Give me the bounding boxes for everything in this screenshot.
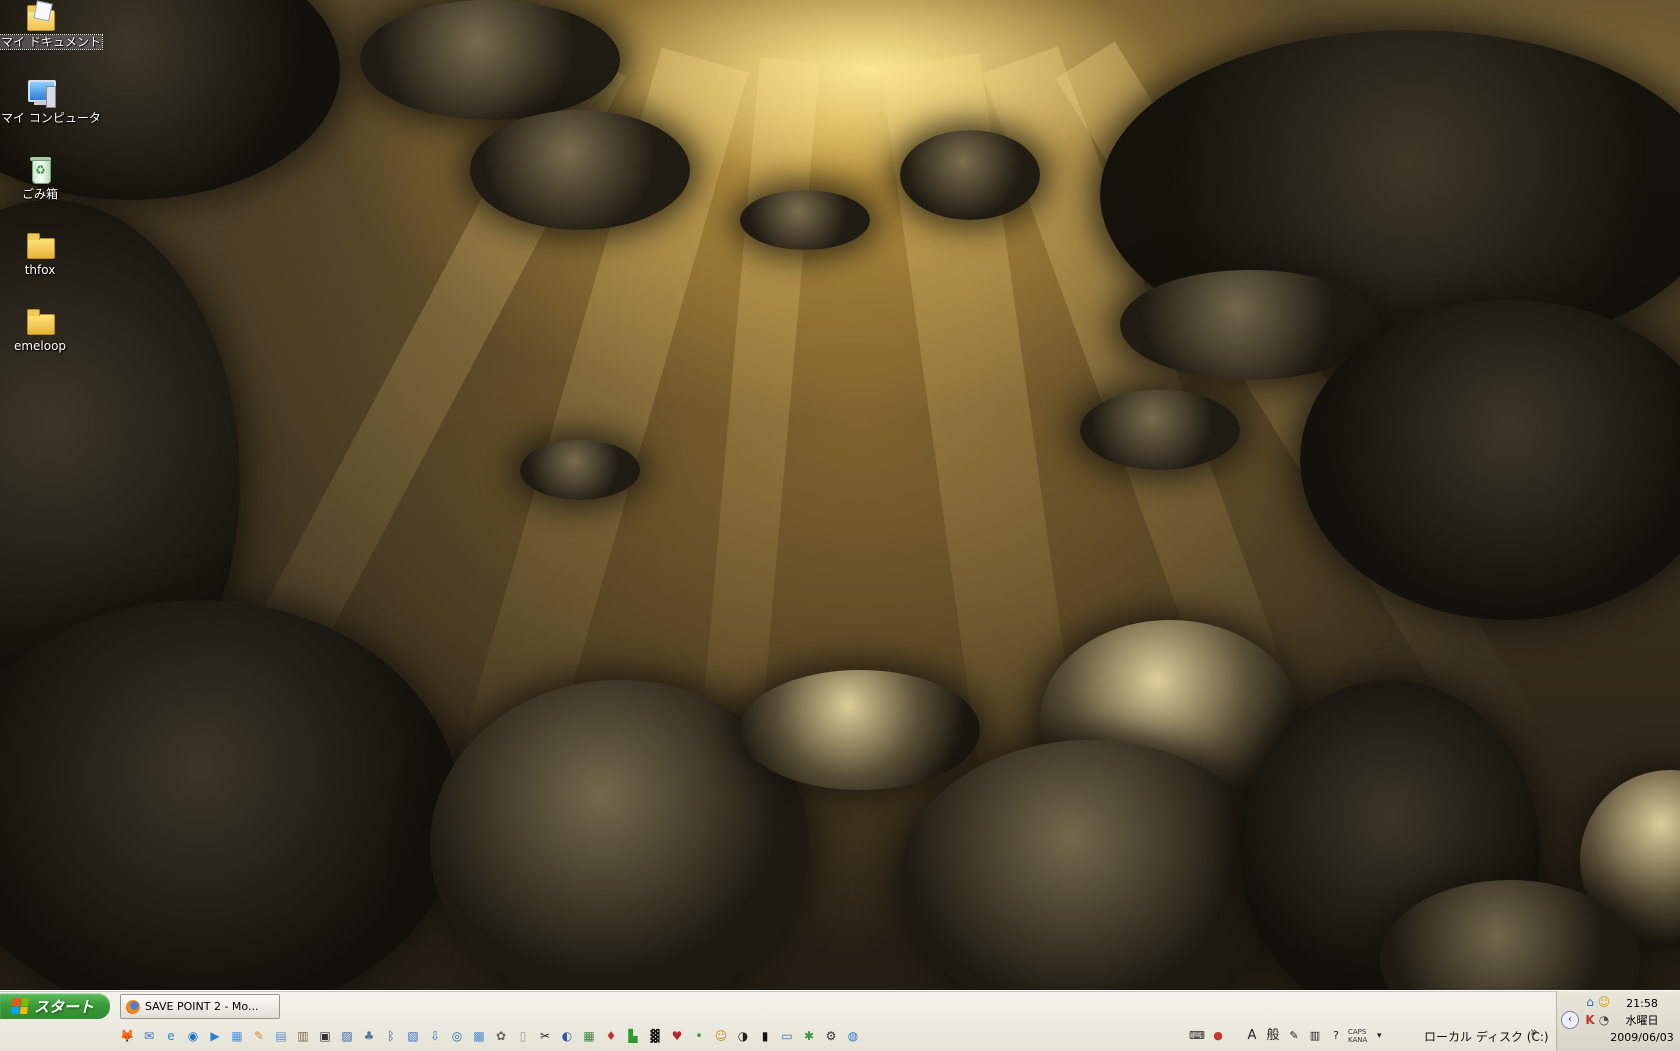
moon-icon[interactable]: ◑ — [734, 1027, 752, 1045]
dot-icon[interactable]: • — [690, 1027, 708, 1045]
network-tray-icon[interactable]: ⌂ — [1583, 995, 1597, 1009]
game-icon[interactable]: ♦ — [602, 1027, 620, 1045]
cloud — [1080, 390, 1240, 470]
stamp-icon[interactable]: ✿ — [492, 1027, 510, 1045]
desktop-icon-label: マイ ドキュメント — [0, 34, 103, 50]
firefox-icon[interactable]: 🦊 — [118, 1027, 136, 1045]
thunderbird-icon[interactable]: ✉ — [140, 1027, 158, 1045]
disc-icon[interactable]: ◎ — [448, 1027, 466, 1045]
desktop-icon-label: emeloop — [13, 339, 67, 353]
earth-icon[interactable]: ◍ — [844, 1027, 862, 1045]
heart-icon[interactable]: ♥ — [668, 1027, 686, 1045]
page-icon[interactable]: ▯ — [514, 1027, 532, 1045]
explorer-icon[interactable]: ▦ — [228, 1027, 246, 1045]
ime-record-icon[interactable]: ● — [1209, 1027, 1227, 1045]
windows-icon[interactable]: ▧ — [404, 1027, 422, 1045]
picture-icon[interactable]: ▦ — [580, 1027, 598, 1045]
cloud — [360, 0, 620, 120]
taskbar: スタート SAVE POINT 2 - Mo... 🦊 ✉ e ◉ ▶ ▦ ✎ ▤ ▥ ▣ ▨ ♣ ᛒ ▧… — [0, 990, 1680, 1051]
cloud — [520, 440, 640, 500]
tool-icon[interactable]: ✎ — [250, 1027, 268, 1045]
notepad-icon[interactable]: ▤ — [272, 1027, 290, 1045]
clock[interactable]: 21:58 水曜日 2009/06/03 — [1605, 995, 1679, 1046]
desktop-icon-label: マイ コンピュータ — [1, 111, 101, 125]
ime-tool-icon[interactable]: ✎ — [1285, 1027, 1303, 1045]
face-icon[interactable]: ☺ — [712, 1027, 730, 1045]
caps-kana-indicator: CAPS KANA — [1348, 1028, 1367, 1044]
film-icon[interactable]: ▮ — [756, 1027, 774, 1045]
my-computer-icon — [24, 78, 56, 108]
bluetooth-icon[interactable]: ᛒ — [382, 1027, 400, 1045]
help-icon[interactable]: ? — [1327, 1027, 1345, 1045]
recycle-bin-icon — [24, 154, 56, 184]
cloud — [900, 130, 1040, 220]
taskbar-window-title: SAVE POINT 2 - Mo... — [145, 1000, 259, 1013]
taskbar-window-button[interactable]: SAVE POINT 2 - Mo... — [120, 994, 280, 1019]
image-viewer-icon[interactable]: ▨ — [338, 1027, 356, 1045]
caps-indicator: CAPS — [1348, 1028, 1367, 1036]
ie-icon[interactable]: e — [162, 1027, 180, 1045]
download-icon[interactable]: ⇩ — [426, 1027, 444, 1045]
system-tray: ‹ ⌂ ☺ K ◔ 21:58 水曜日 2009/06/03 — [1556, 991, 1680, 1051]
ime-pad-icon[interactable]: ▥ — [1306, 1027, 1324, 1045]
quick-launch-bar: 🦊 ✉ e ◉ ▶ ▦ ✎ ▤ ▥ ▣ ▨ ♣ ᛒ ▧ ⇩ ◎ ▩ ✿ ▯ ✂ ◐ ▦ ♦ ▙ ▓ ♥ • ☺ ◑ ▮ ▭ ✱ ⚙ ◍ — [118, 1026, 862, 1046]
antivirus-tray-icon[interactable]: K — [1583, 1013, 1597, 1027]
desktop-icon-emeloop[interactable]: emeloop — [0, 306, 80, 353]
desktop-wallpaper — [0, 0, 1680, 990]
calendar-icon[interactable]: ▥ — [294, 1027, 312, 1045]
ime-mode-general[interactable]: 般 — [1264, 1027, 1282, 1045]
kana-indicator: KANA — [1348, 1036, 1368, 1044]
cloud — [740, 670, 980, 790]
gear-icon[interactable]: ⚙ — [822, 1027, 840, 1045]
language-bar: ⌨ ● A 般 ✎ ▥ ? CAPS KANA ▾ — [1188, 1026, 1388, 1046]
matrix-icon[interactable]: ▓ — [646, 1027, 664, 1045]
windows-logo-icon — [10, 998, 30, 1014]
cloud — [740, 190, 870, 250]
clock-date: 2009/06/03 — [1610, 1031, 1674, 1044]
cloud — [0, 600, 460, 990]
desktop-icon-label: thfox — [24, 263, 56, 277]
desktop-icon-my-documents[interactable]: マイ ドキュメント — [0, 0, 103, 50]
paint-icon[interactable]: ✂ — [536, 1027, 554, 1045]
globe-icon[interactable]: ◐ — [558, 1027, 576, 1045]
start-label: スタート — [34, 997, 95, 1016]
network-icon[interactable]: ♣ — [360, 1027, 378, 1045]
cmd-icon[interactable]: ▣ — [316, 1027, 334, 1045]
browser-icon[interactable]: ◉ — [184, 1027, 202, 1045]
bug-icon[interactable]: ✱ — [800, 1027, 818, 1045]
firefox-icon — [126, 999, 140, 1014]
folder-icon — [24, 306, 56, 336]
desktop-icon-thfox[interactable]: thfox — [0, 230, 80, 277]
clock-time: 21:58 — [1626, 997, 1658, 1010]
desktop-icon-label: ごみ箱 — [21, 187, 58, 201]
clock-weekday: 水曜日 — [1625, 1014, 1659, 1027]
window-icon[interactable]: ▭ — [778, 1027, 796, 1045]
folder-icon — [24, 230, 56, 260]
toolbar-chevron-icon[interactable]: » — [1530, 1025, 1538, 1040]
start-button[interactable]: スタート — [0, 993, 110, 1019]
desktop-icon-my-computer[interactable]: マイ コンピュータ — [0, 78, 101, 125]
desktop-icon-recycle-bin[interactable]: ごみ箱 — [0, 154, 80, 201]
media-player-icon[interactable]: ▶ — [206, 1027, 224, 1045]
photo-icon[interactable]: ▩ — [470, 1027, 488, 1045]
ime-mode-a[interactable]: A — [1243, 1027, 1261, 1045]
keyboard-icon[interactable]: ⌨ — [1188, 1027, 1206, 1045]
chart-icon[interactable]: ▙ — [624, 1027, 642, 1045]
my-documents-icon — [24, 0, 56, 32]
cloud — [470, 110, 690, 230]
ime-options-icon[interactable]: ▾ — [1370, 1027, 1388, 1045]
tray-collapse-icon[interactable]: ‹ — [1561, 1011, 1579, 1029]
